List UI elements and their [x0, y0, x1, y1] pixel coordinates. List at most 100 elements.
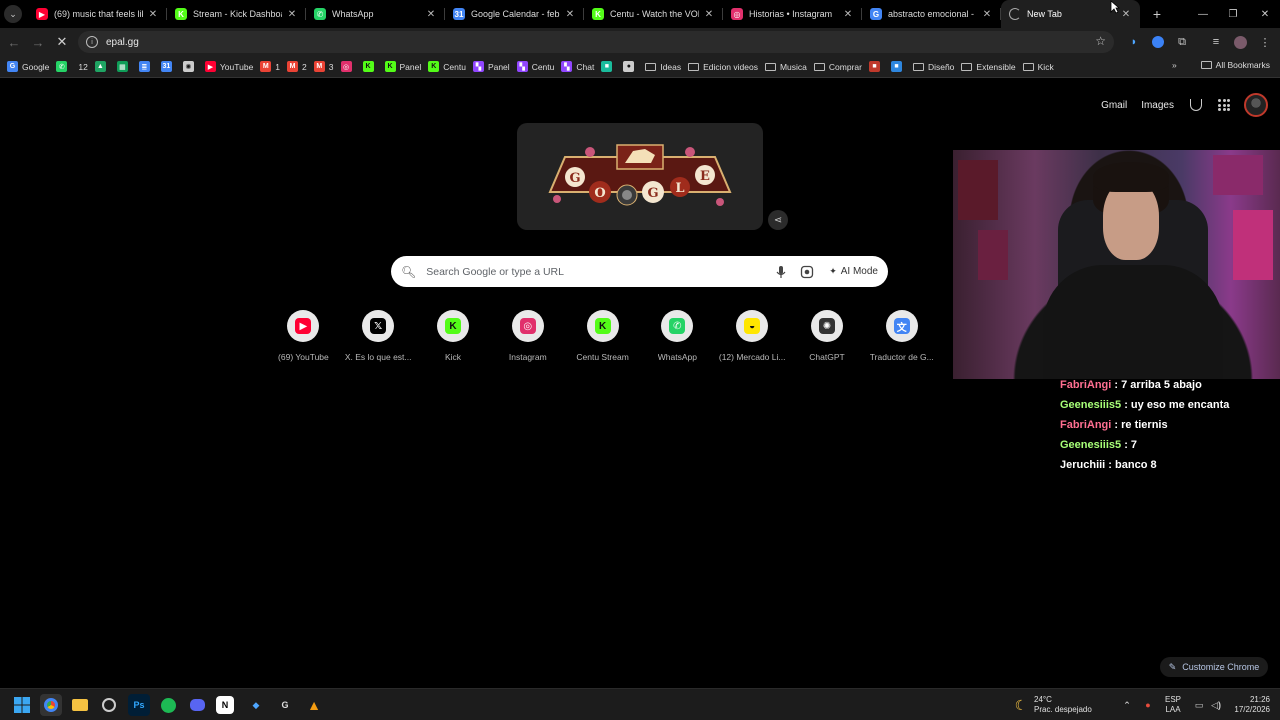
close-tab-icon[interactable]: ✕: [981, 9, 993, 20]
new-tab-button[interactable]: +: [1146, 3, 1168, 25]
notion-icon[interactable]: N: [216, 696, 234, 714]
forward-button[interactable]: →: [26, 30, 50, 54]
bookmark-item[interactable]: Kick: [1022, 62, 1054, 72]
bookmark-item[interactable]: ◎: [340, 61, 356, 72]
bookmark-item[interactable]: M1: [260, 61, 280, 72]
search-box[interactable]: 🔍︎ ✦ AI Mode: [391, 256, 888, 287]
account-avatar[interactable]: [1244, 93, 1268, 117]
shortcut-tile[interactable]: K Kick: [416, 310, 491, 362]
google-apps-icon[interactable]: [1218, 99, 1230, 111]
weather-widget[interactable]: 24°C Prac. despejado: [1034, 689, 1092, 720]
gmail-link[interactable]: Gmail: [1101, 100, 1127, 111]
shortcut-tile[interactable]: ▶ (69) YouTube: [266, 310, 341, 362]
bookmark-item[interactable]: ≣: [138, 61, 154, 72]
extensions-puzzle-icon[interactable]: ⧉: [1172, 32, 1192, 52]
bookmark-item[interactable]: Ideas: [645, 62, 681, 72]
close-window-icon[interactable]: ✕: [1250, 0, 1280, 28]
maximize-icon[interactable]: ❐: [1218, 0, 1248, 28]
windows-start-icon[interactable]: [11, 694, 33, 716]
language-indicator[interactable]: ESP LAA: [1165, 689, 1181, 720]
bookmark-item[interactable]: ▶ YouTube: [204, 61, 253, 72]
search-input[interactable]: [426, 265, 764, 278]
close-tab-icon[interactable]: ✕: [425, 9, 437, 20]
bookmark-item[interactable]: ✺: [182, 61, 198, 72]
volume-icon[interactable]: ◁): [1205, 694, 1227, 716]
chrome-menu-icon[interactable]: ⋮: [1255, 32, 1275, 52]
bookmark-item[interactable]: ▚ Centu: [516, 61, 554, 72]
clock[interactable]: 21:26 17/2/2026: [1228, 689, 1270, 720]
all-bookmarks-button[interactable]: All Bookmarks: [1200, 60, 1270, 70]
close-tab-icon[interactable]: ✕: [1120, 9, 1132, 20]
extension-icon[interactable]: ◗: [1124, 32, 1144, 52]
photoshop-icon[interactable]: Ps: [128, 694, 150, 716]
images-link[interactable]: Images: [1141, 100, 1174, 111]
back-button[interactable]: ←: [2, 30, 26, 54]
browser-tab[interactable]: 31 Google Calendar - febrero ✕: [445, 0, 584, 28]
shortcut-tile[interactable]: ✺ ChatGPT: [790, 310, 865, 362]
bookmark-item[interactable]: ■: [868, 61, 884, 72]
bookmark-item[interactable]: M3: [313, 61, 334, 72]
microphone-icon[interactable]: ●: [1137, 694, 1159, 716]
bookmark-item[interactable]: ■: [601, 61, 616, 72]
site-info-icon[interactable]: i: [86, 36, 98, 48]
bookmark-item[interactable]: 31: [160, 61, 176, 72]
bookmark-item[interactable]: K: [362, 61, 378, 72]
shortcut-tile[interactable]: ✆ WhatsApp: [640, 310, 715, 362]
ai-mode-button[interactable]: ✦ AI Mode: [829, 266, 878, 277]
browser-tab[interactable]: Gabstracto emocional - Bu ✕: [862, 0, 1001, 28]
address-url[interactable]: epal.gg: [106, 37, 139, 48]
bookmark-item[interactable]: ▚ Chat: [561, 61, 594, 72]
app-icon[interactable]: ◆: [245, 694, 267, 716]
app-icon[interactable]: G: [274, 694, 296, 716]
browser-tab[interactable]: K Centu - Watch the VOD o ✕: [584, 0, 723, 28]
google-doodle[interactable]: G O G L E: [517, 123, 763, 230]
bookmark-item[interactable]: Edicion videos: [688, 62, 758, 72]
file-explorer-icon[interactable]: [69, 694, 91, 716]
browser-tab[interactable]: K Stream - Kick Dashboard ✕: [167, 0, 306, 28]
shortcut-tile[interactable]: ◎ Instagram: [490, 310, 565, 362]
share-doodle-icon[interactable]: ⋖: [768, 210, 788, 230]
app-icon[interactable]: [98, 694, 120, 716]
bookmark-item[interactable]: K Centu: [428, 61, 466, 72]
browser-tab[interactable]: ✆ WhatsApp ✕: [306, 0, 445, 28]
bookmarks-overflow-icon[interactable]: »: [1172, 60, 1177, 70]
shortcut-tile[interactable]: 𝕏 X. Es lo que est...: [341, 310, 416, 362]
bookmark-item[interactable]: 12: [78, 62, 87, 72]
voice-search-icon[interactable]: [773, 264, 789, 280]
tray-overflow-icon[interactable]: ⌃: [1116, 694, 1138, 716]
address-bar[interactable]: i epal.gg ☆: [78, 31, 1114, 53]
shortcut-tile[interactable]: 文 Traductor de G...: [864, 310, 939, 362]
bookmark-item[interactable]: ▦: [116, 61, 132, 72]
chrome-taskbar-icon[interactable]: [40, 694, 62, 716]
bookmark-item[interactable]: ✆: [56, 61, 71, 72]
close-tab-icon[interactable]: ✕: [842, 9, 854, 20]
bookmark-item[interactable]: Musica: [764, 62, 807, 72]
shortcut-tile[interactable]: K Centu Stream: [565, 310, 640, 362]
close-tab-icon[interactable]: ✕: [147, 9, 159, 20]
vlc-icon[interactable]: ▲: [303, 694, 325, 716]
bookmark-item[interactable]: ■: [890, 61, 906, 72]
bookmark-item[interactable]: K Panel: [384, 61, 421, 72]
labs-flask-icon[interactable]: [1190, 99, 1202, 111]
shortcut-tile[interactable]: ◒ (12) Mercado Li...: [715, 310, 790, 362]
browser-tab[interactable]: ▶ (69) music that feels like ✕: [28, 0, 167, 28]
customize-chrome-button[interactable]: ✎ Customize Chrome: [1160, 657, 1268, 677]
discord-icon[interactable]: [186, 694, 208, 716]
tab-search-icon[interactable]: ⌄: [4, 5, 22, 23]
browser-tab[interactable]: ◎ Historias • Instagram ✕: [723, 0, 862, 28]
bookmark-item[interactable]: Diseño: [912, 62, 954, 72]
bookmark-item[interactable]: G Google: [7, 61, 49, 72]
bookmark-item[interactable]: Comprar: [813, 62, 862, 72]
minimize-icon[interactable]: —: [1188, 0, 1218, 28]
media-control-icon[interactable]: ≡: [1206, 32, 1226, 52]
close-tab-icon[interactable]: ✕: [564, 9, 576, 20]
bookmark-star-icon[interactable]: ☆: [1095, 34, 1106, 48]
bookmark-item[interactable]: ▲: [94, 61, 110, 72]
bookmark-item[interactable]: M2: [287, 61, 307, 72]
spotify-icon[interactable]: [157, 694, 179, 716]
bookmark-item[interactable]: ▚ Panel: [472, 61, 510, 72]
lens-search-icon[interactable]: [799, 264, 815, 280]
close-tab-icon[interactable]: ✕: [286, 9, 298, 20]
bookmark-item[interactable]: ●: [623, 61, 638, 72]
extension-icon[interactable]: [1148, 32, 1168, 52]
